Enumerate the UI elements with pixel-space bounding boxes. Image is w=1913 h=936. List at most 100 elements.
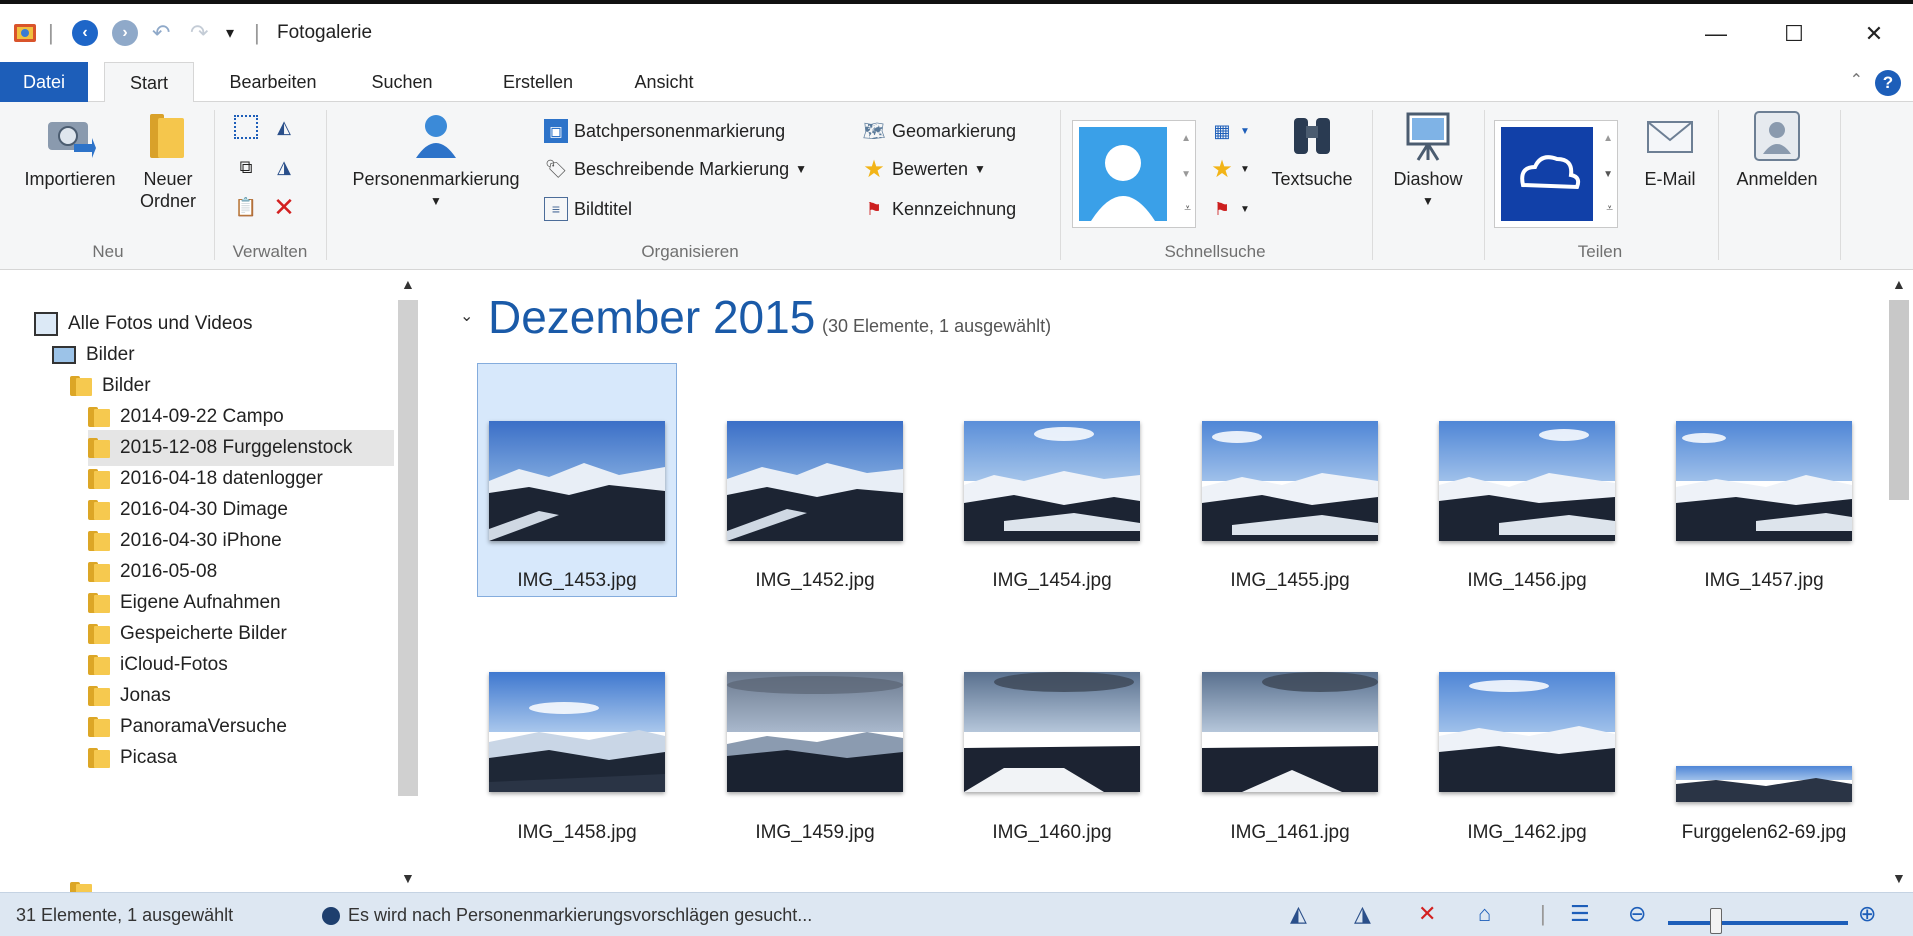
nav-item-label: 2015-12-08 Furggelenstock xyxy=(120,437,353,458)
rating-search-icon[interactable]: ★ ▼ xyxy=(1210,154,1250,184)
flag-icon: ⚑ xyxy=(865,198,883,219)
gallery-down-icon[interactable]: ▼ xyxy=(1181,169,1191,180)
delete-icon[interactable]: ✕ xyxy=(272,192,302,222)
tab-ansicht[interactable]: Ansicht xyxy=(618,62,710,102)
rate-button[interactable]: ★ Bewerten ▼ xyxy=(862,154,986,184)
delete-icon[interactable]: ✕ xyxy=(1418,901,1436,927)
zoom-out-icon[interactable]: ⊖ xyxy=(1628,901,1646,927)
tab-bearbeiten[interactable]: Bearbeiten xyxy=(208,62,338,102)
copy-icon[interactable]: ⧉ xyxy=(234,152,264,182)
close-button[interactable]: ✕ xyxy=(1846,14,1902,54)
photo-thumbnail[interactable] xyxy=(727,672,903,792)
photo-thumbnail[interactable] xyxy=(1439,672,1615,792)
customize-qa-icon[interactable]: ▾ xyxy=(226,18,234,48)
caption-button[interactable]: ≡ Bildtitel xyxy=(544,194,632,224)
photo-thumbnail[interactable] xyxy=(1676,766,1852,802)
gallery-scroll-up-icon[interactable]: ▲ xyxy=(1892,276,1906,292)
photo-filename: IMG_1457.jpg xyxy=(1704,570,1824,591)
forward-icon[interactable]: › xyxy=(112,18,138,48)
paste-icon[interactable]: 📋 xyxy=(234,192,264,222)
zoom-slider-handle[interactable] xyxy=(1710,908,1722,934)
redo-icon[interactable]: ↷ xyxy=(190,18,208,48)
qa-separator: | xyxy=(48,20,54,45)
rotate-right-icon[interactable]: ◮ xyxy=(1354,901,1371,927)
undo-icon[interactable]: ↶ xyxy=(152,18,170,48)
rotate-right-icon[interactable]: ◮ xyxy=(272,152,302,182)
tab-suchen[interactable]: Suchen xyxy=(354,62,450,102)
zoom-in-icon[interactable]: ⊕ xyxy=(1858,901,1876,927)
batch-people-tag-label: Batchpersonenmarkierung xyxy=(574,120,786,141)
photo-filename: Furggelen62-69.jpg xyxy=(1681,822,1847,843)
flag-button[interactable]: ⚑ Kennzeichnung xyxy=(862,194,1016,224)
gallery-up-icon[interactable]: ▲ xyxy=(1181,133,1191,144)
flag-search-icon[interactable]: ⚑ ▼ xyxy=(1210,194,1250,224)
slideshow-icon[interactable]: ⌂ xyxy=(1478,901,1491,927)
onedrive-icon[interactable] xyxy=(1501,127,1593,221)
nav-scrollbar-thumb[interactable] xyxy=(398,300,418,796)
folder-icon xyxy=(88,436,110,460)
gallery-more-icon[interactable]: ⩡ xyxy=(1184,201,1191,216)
maximize-button[interactable]: ☐ xyxy=(1766,14,1822,54)
select-all-icon[interactable] xyxy=(234,112,264,142)
collapse-group-icon[interactable]: ⌄ xyxy=(460,306,473,326)
text-search-button[interactable]: Textsuche xyxy=(1264,110,1360,190)
nav-item-label: Bilder xyxy=(86,344,135,365)
gallery-scroll-down-icon[interactable]: ▼ xyxy=(1892,870,1906,886)
date-search-icon[interactable]: ▦ ▼ xyxy=(1210,116,1249,146)
rotate-left-icon[interactable]: ◭ xyxy=(272,112,302,142)
gallery-scrollbar-thumb[interactable] xyxy=(1889,300,1909,500)
rotate-left-icon[interactable]: ◭ xyxy=(1290,901,1307,927)
photo-filename: IMG_1459.jpg xyxy=(755,822,875,843)
photo-thumbnail[interactable] xyxy=(489,421,665,541)
photo-thumbnail[interactable] xyxy=(1439,421,1615,541)
photo-thumbnail[interactable] xyxy=(489,672,665,792)
ribbon: Importieren Neuer Ordner Neu ◭ ⧉ ◮ 📋 ✕ V… xyxy=(0,102,1913,270)
help-icon[interactable]: ? xyxy=(1875,70,1901,96)
window-title: Fotogalerie xyxy=(277,22,373,43)
folder-icon xyxy=(88,405,110,429)
collapse-ribbon-icon[interactable]: ⌃ xyxy=(1850,70,1863,90)
tab-erstellen[interactable]: Erstellen xyxy=(484,62,592,102)
people-tag-dropdown-icon: ▼ xyxy=(430,194,442,208)
tab-datei[interactable]: Datei xyxy=(0,62,88,102)
email-button[interactable]: E-Mail xyxy=(1630,110,1710,190)
share-gallery[interactable]: ▲ ▼ ⩡ xyxy=(1494,120,1618,228)
share-more-icon[interactable]: ⩡ xyxy=(1606,201,1613,216)
share-up-icon[interactable]: ▲ xyxy=(1603,133,1613,144)
nav-item-label: Bilder xyxy=(102,375,151,396)
folder-icon xyxy=(88,467,110,491)
import-label: Importieren xyxy=(24,169,116,189)
share-down-icon[interactable]: ▼ xyxy=(1603,169,1613,180)
people-tag-button[interactable]: Personenmarkierung ▼ xyxy=(338,110,534,212)
nav-item-label: iCloud-Fotos xyxy=(120,654,228,675)
nav-scroll-down-icon[interactable]: ▼ xyxy=(401,870,415,886)
nav-item-folder-partial[interactable] xyxy=(70,874,102,892)
group-label-schnellsuche: Schnellsuche xyxy=(1164,242,1266,261)
photo-thumbnail[interactable] xyxy=(727,421,903,541)
person-icon xyxy=(410,110,462,162)
back-icon[interactable]: ‹ xyxy=(72,18,98,48)
new-folder-button[interactable]: Neuer Ordner xyxy=(132,110,204,212)
photo-thumbnail[interactable] xyxy=(1202,672,1378,792)
month-heading[interactable]: Dezember 2015 xyxy=(488,290,815,344)
nav-item-folder[interactable]: Picasa xyxy=(88,740,177,776)
batch-people-tag-button[interactable]: ▣ Batchpersonenmarkierung xyxy=(544,116,785,146)
import-button[interactable]: Importieren xyxy=(12,110,128,190)
descriptive-tag-button[interactable]: 🏷 Beschreibende Markierung ▼ xyxy=(544,154,807,184)
nav-scroll-up-icon[interactable]: ▲ xyxy=(401,276,415,292)
photo-thumbnail[interactable] xyxy=(1676,421,1852,541)
photo-thumbnail[interactable] xyxy=(1202,421,1378,541)
sign-in-button[interactable]: Anmelden xyxy=(1722,110,1832,190)
geotag-button[interactable]: 🗺 Geomarkierung xyxy=(862,116,1017,146)
nav-item-label: Jonas xyxy=(120,685,171,706)
photo-thumbnail[interactable] xyxy=(964,421,1140,541)
minimize-button[interactable]: — xyxy=(1688,14,1744,54)
folder-icon xyxy=(88,498,110,522)
details-view-icon[interactable]: ☰ xyxy=(1570,901,1590,927)
zoom-slider-track[interactable] xyxy=(1668,921,1848,925)
quick-search-gallery[interactable]: ▲ ▼ ⩡ xyxy=(1072,120,1196,228)
photo-thumbnail[interactable] xyxy=(964,672,1140,792)
app-icon[interactable] xyxy=(12,18,38,48)
slideshow-button[interactable]: Diashow ▼ xyxy=(1380,110,1476,212)
tab-start[interactable]: Start xyxy=(104,62,194,103)
